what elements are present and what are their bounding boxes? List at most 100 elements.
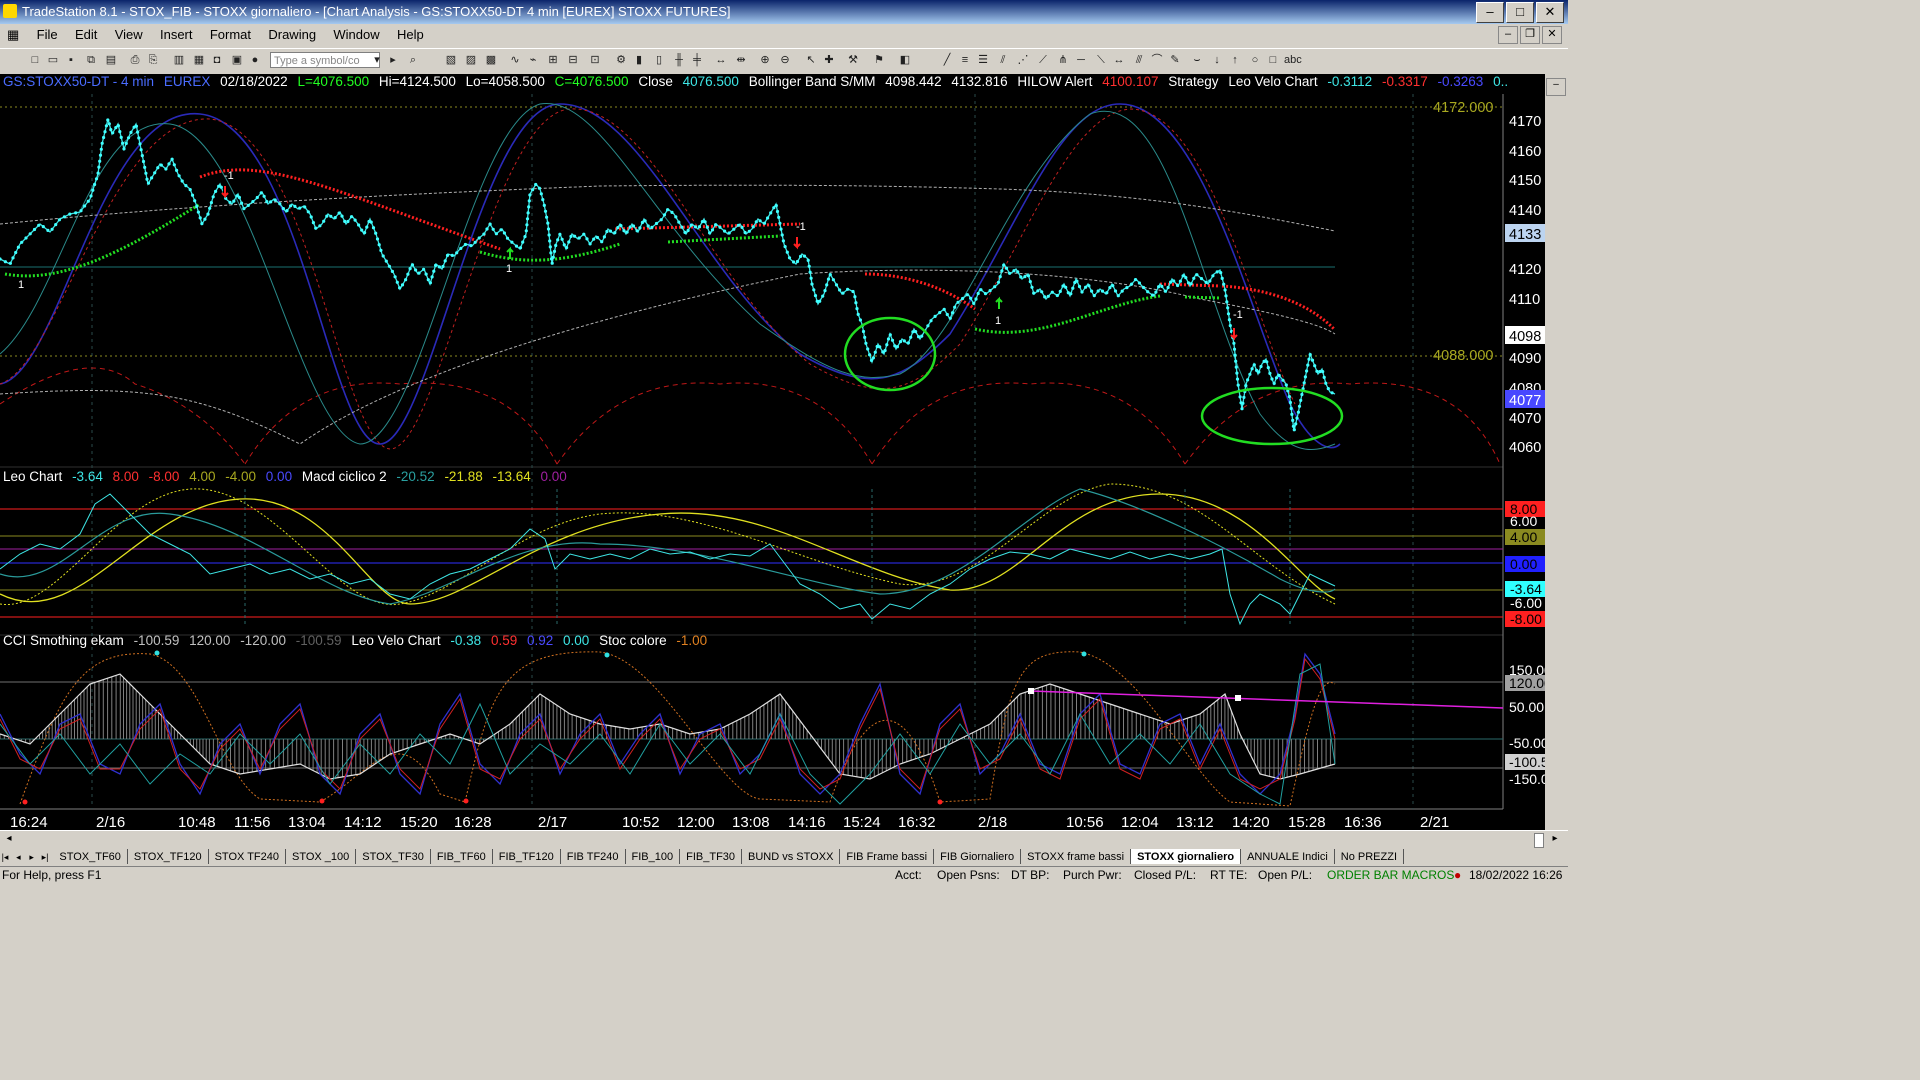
chart-analysis-window[interactable]: 1 -1 1 -1 1 -1 4170 4160 4150 4140 4120 … <box>0 74 1568 831</box>
lock-icon[interactable]: ◘ <box>210 53 224 67</box>
workspace-tab[interactable]: STOX_TF120 <box>128 849 209 864</box>
print-preview-icon[interactable]: ⎘ <box>146 53 160 67</box>
workspace-tab[interactable]: FIB Giornaliero <box>934 849 1022 864</box>
hide-icon[interactable]: ◧ <box>898 53 912 67</box>
chart-minimize-button[interactable]: – <box>1546 78 1566 96</box>
indicator-icon[interactable]: ⌁ <box>526 53 540 67</box>
strategy-icon[interactable]: ⊞ <box>546 53 560 67</box>
parallel-icon[interactable]: ⫻ <box>1132 53 1146 67</box>
text-tool-icon[interactable]: abc <box>1284 53 1302 67</box>
lines-icon[interactable]: ☰ <box>976 53 990 67</box>
status-order-bar[interactable]: ORDER BAR MACROS <box>1327 868 1454 882</box>
menu-drawing[interactable]: Drawing <box>261 24 323 45</box>
data-tip-icon[interactable]: ✚ <box>822 53 836 67</box>
scroll-left-icon[interactable]: ◂ <box>2 833 16 846</box>
bar-chart-icon[interactable]: ▮ <box>632 53 646 67</box>
radar-icon[interactable]: ▨ <box>464 53 478 67</box>
fib-retrace-icon[interactable]: ≡ <box>958 53 972 67</box>
andrews-icon[interactable]: ⋔ <box>1056 53 1070 67</box>
horizontal-scrollbar[interactable]: ◂ ▸ <box>0 830 1568 849</box>
workspace-tab[interactable]: FIB_TF60 <box>431 849 493 864</box>
menu-file[interactable]: File <box>30 24 65 45</box>
candle-icon[interactable]: ▯ <box>652 53 666 67</box>
tab-next-icon[interactable]: ▸ <box>27 852 37 863</box>
channel-icon[interactable]: ⫽ <box>996 53 1010 67</box>
arrow-both-icon[interactable]: ↔ <box>1112 53 1126 67</box>
ellipse-icon[interactable]: ○ <box>1248 53 1262 67</box>
workspace-icon[interactable]: ▥ <box>172 53 186 67</box>
options-icon[interactable]: ⚙ <box>614 53 628 67</box>
workspace-tab[interactable]: FIB Frame bassi <box>840 849 935 864</box>
matrix-icon[interactable]: ▩ <box>484 53 498 67</box>
mdi-close-button[interactable]: ✕ <box>1542 26 1562 44</box>
tab-first-icon[interactable]: |◂ <box>0 852 10 863</box>
workspace-tab[interactable]: STOX TF240 <box>209 849 286 864</box>
mdi-minimize-button[interactable]: – <box>1498 26 1518 44</box>
new-icon[interactable]: □ <box>28 53 42 67</box>
dropdown-arrow-icon[interactable]: ▾ <box>370 53 384 67</box>
arc-icon[interactable]: ⌒ <box>1150 53 1164 67</box>
go-arrow-icon[interactable]: ▸ <box>386 53 400 67</box>
paste-icon[interactable]: ▤ <box>104 53 118 67</box>
workspace-tab[interactable]: FIB_100 <box>626 849 681 864</box>
down-arrow-icon[interactable]: ↓ <box>1210 53 1224 67</box>
gann-icon[interactable]: ⟋ <box>1036 53 1050 67</box>
workspace-tab[interactable]: FIB_TF120 <box>493 849 561 864</box>
workspace-tab[interactable]: FIB TF240 <box>561 849 626 864</box>
workspace-tab[interactable]: FIB_TF30 <box>680 849 743 864</box>
rectangle-icon[interactable]: □ <box>1266 53 1280 67</box>
data-icon[interactable]: ▣ <box>230 53 244 67</box>
workspace-tab[interactable]: BUND vs STOXX <box>742 849 841 864</box>
scroll-right-icon[interactable]: ▸ <box>1548 833 1562 846</box>
menu-help[interactable]: Help <box>390 24 431 45</box>
maximize-button[interactable]: □ <box>1506 2 1534 23</box>
speed-lines-icon[interactable]: ⋰ <box>1016 53 1030 67</box>
highlight-ellipse-1[interactable] <box>843 316 937 392</box>
window-icon[interactable]: ⊡ <box>588 53 602 67</box>
open-icon[interactable]: ▭ <box>46 53 60 67</box>
workspace-tab[interactable]: ANNUALE Indici <box>1241 849 1335 864</box>
trendline-icon[interactable]: ╱ <box>940 53 954 67</box>
volume-icon[interactable]: ╪ <box>690 53 704 67</box>
pointer-icon[interactable]: ↖ <box>804 53 818 67</box>
chart-canvas[interactable]: 1 -1 1 -1 1 -1 4170 4160 4150 4140 4120 … <box>0 74 1557 831</box>
menu-window[interactable]: Window <box>326 24 386 45</box>
workspace-tab[interactable]: STOXX frame bassi <box>1021 849 1132 864</box>
pencil-icon[interactable]: ✎ <box>1168 53 1182 67</box>
workspace-tab[interactable]: STOX_TF30 <box>356 849 431 864</box>
compress-icon[interactable]: ⇹ <box>734 53 748 67</box>
menu-view[interactable]: View <box>108 24 150 45</box>
regression-icon[interactable]: ⟍ <box>1094 53 1108 67</box>
workspace-tab[interactable]: STOX _100 <box>286 849 357 864</box>
chart-analysis-icon[interactable]: ▧ <box>444 53 458 67</box>
bars-icon[interactable]: ╫ <box>672 53 686 67</box>
close-button[interactable]: ✕ <box>1536 2 1564 23</box>
zoom-in-icon[interactable]: ⊕ <box>758 53 772 67</box>
trendline-handle[interactable] <box>1235 695 1241 701</box>
format-icon[interactable]: ▦ <box>192 53 206 67</box>
scanner-icon[interactable]: ⊟ <box>566 53 580 67</box>
workspace-tab[interactable]: STOXX giornaliero <box>1131 849 1242 864</box>
copy-icon[interactable]: ⧉ <box>84 53 98 67</box>
expand-icon[interactable]: ↔ <box>714 53 728 67</box>
mdi-restore-button[interactable]: ❐ <box>1520 26 1540 44</box>
workspace-tab[interactable]: No PREZZI <box>1335 849 1405 864</box>
print-icon[interactable]: ⎙ <box>128 53 142 67</box>
trendline-handle[interactable] <box>1028 688 1034 694</box>
zoom-out-icon[interactable]: ⊖ <box>778 53 792 67</box>
symbol-input[interactable]: Type a symbol/co <box>270 52 380 68</box>
menu-insert[interactable]: Insert <box>153 24 200 45</box>
workspace-tab[interactable]: STOX_TF60 <box>53 849 128 864</box>
scroll-thumb[interactable] <box>1534 833 1544 848</box>
horizontal-line-icon[interactable]: ─ <box>1074 53 1088 67</box>
curve-icon[interactable]: ⌣ <box>1190 53 1204 67</box>
chart-window-icon[interactable]: ▦ <box>0 24 26 46</box>
highlight-ellipse-2[interactable] <box>1200 386 1344 446</box>
menu-edit[interactable]: Edit <box>68 24 104 45</box>
symbol-lookup-icon[interactable]: ⌕ <box>406 53 420 67</box>
up-arrow-icon[interactable]: ↑ <box>1228 53 1242 67</box>
tab-last-icon[interactable]: ▸| <box>40 852 50 863</box>
minimize-button[interactable]: – <box>1476 2 1504 23</box>
chart-type-icon[interactable]: ∿ <box>508 53 522 67</box>
alerts-icon[interactable]: ⚑ <box>872 53 886 67</box>
